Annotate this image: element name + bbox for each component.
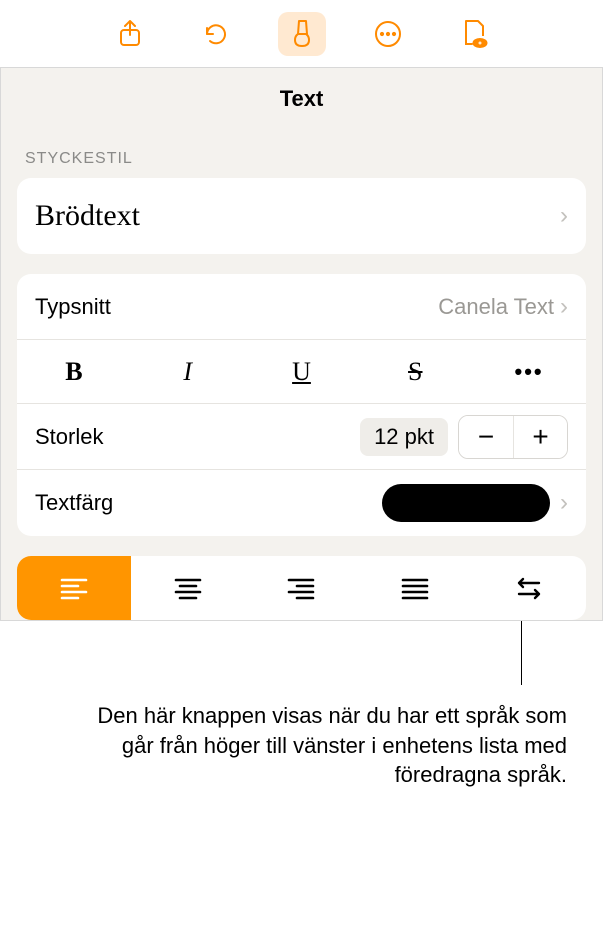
- size-label: Storlek: [35, 424, 360, 450]
- more-format-button[interactable]: •••: [472, 340, 586, 403]
- text-color-swatch[interactable]: [382, 484, 550, 522]
- chevron-right-icon: ›: [560, 489, 568, 517]
- brush-icon: [287, 18, 317, 50]
- underline-button[interactable]: U: [245, 340, 359, 403]
- more-circle-icon: [373, 19, 403, 49]
- chevron-right-icon: ›: [560, 293, 568, 321]
- chevron-right-icon: ›: [560, 202, 568, 230]
- text-format-row: B I U S •••: [17, 340, 586, 404]
- strikethrough-button[interactable]: S: [358, 340, 472, 403]
- size-stepper: − +: [458, 415, 568, 459]
- align-justify-button[interactable]: [358, 556, 472, 620]
- callout-text: Den här knappen visas när du har ett spr…: [0, 701, 603, 814]
- callout-line: [0, 621, 603, 701]
- italic-button[interactable]: I: [131, 340, 245, 403]
- more-button[interactable]: [364, 12, 412, 56]
- text-direction-button[interactable]: [472, 556, 586, 620]
- size-row: Storlek 12 pkt − +: [17, 404, 586, 470]
- paragraph-style-label: STYCKESTIL: [1, 142, 602, 178]
- font-row[interactable]: Typsnitt Canela Text ›: [17, 274, 586, 340]
- format-brush-button[interactable]: [278, 12, 326, 56]
- size-value[interactable]: 12 pkt: [360, 418, 448, 456]
- document-view-button[interactable]: [450, 12, 498, 56]
- align-center-icon: [173, 576, 203, 600]
- align-left-button[interactable]: [17, 556, 131, 620]
- document-eye-icon: [459, 18, 489, 50]
- align-right-icon: [286, 576, 316, 600]
- align-left-icon: [59, 576, 89, 600]
- text-color-label: Textfärg: [35, 490, 382, 516]
- paragraph-style-row[interactable]: Brödtext ›: [17, 178, 586, 254]
- text-direction-icon: [513, 576, 545, 600]
- font-card: Typsnitt Canela Text › B I U S ••• Storl…: [17, 274, 586, 536]
- format-panel: Text STYCKESTIL Brödtext › Typsnitt Cane…: [0, 68, 603, 621]
- text-color-row[interactable]: Textfärg ›: [17, 470, 586, 536]
- undo-button[interactable]: [192, 12, 240, 56]
- font-value: Canela Text: [438, 294, 554, 320]
- size-decrease-button[interactable]: −: [459, 416, 513, 458]
- font-label: Typsnitt: [35, 294, 438, 320]
- paragraph-style-name: Brödtext: [35, 199, 560, 233]
- share-icon: [116, 19, 144, 49]
- panel-title: Text: [1, 68, 602, 142]
- share-button[interactable]: [106, 12, 154, 56]
- size-increase-button[interactable]: +: [513, 416, 567, 458]
- align-center-button[interactable]: [131, 556, 245, 620]
- undo-icon: [201, 19, 231, 49]
- align-justify-icon: [400, 576, 430, 600]
- align-right-button[interactable]: [245, 556, 359, 620]
- app-toolbar: [0, 0, 603, 68]
- bold-button[interactable]: B: [17, 340, 131, 403]
- paragraph-style-card: Brödtext ›: [17, 178, 586, 254]
- alignment-row: [17, 556, 586, 620]
